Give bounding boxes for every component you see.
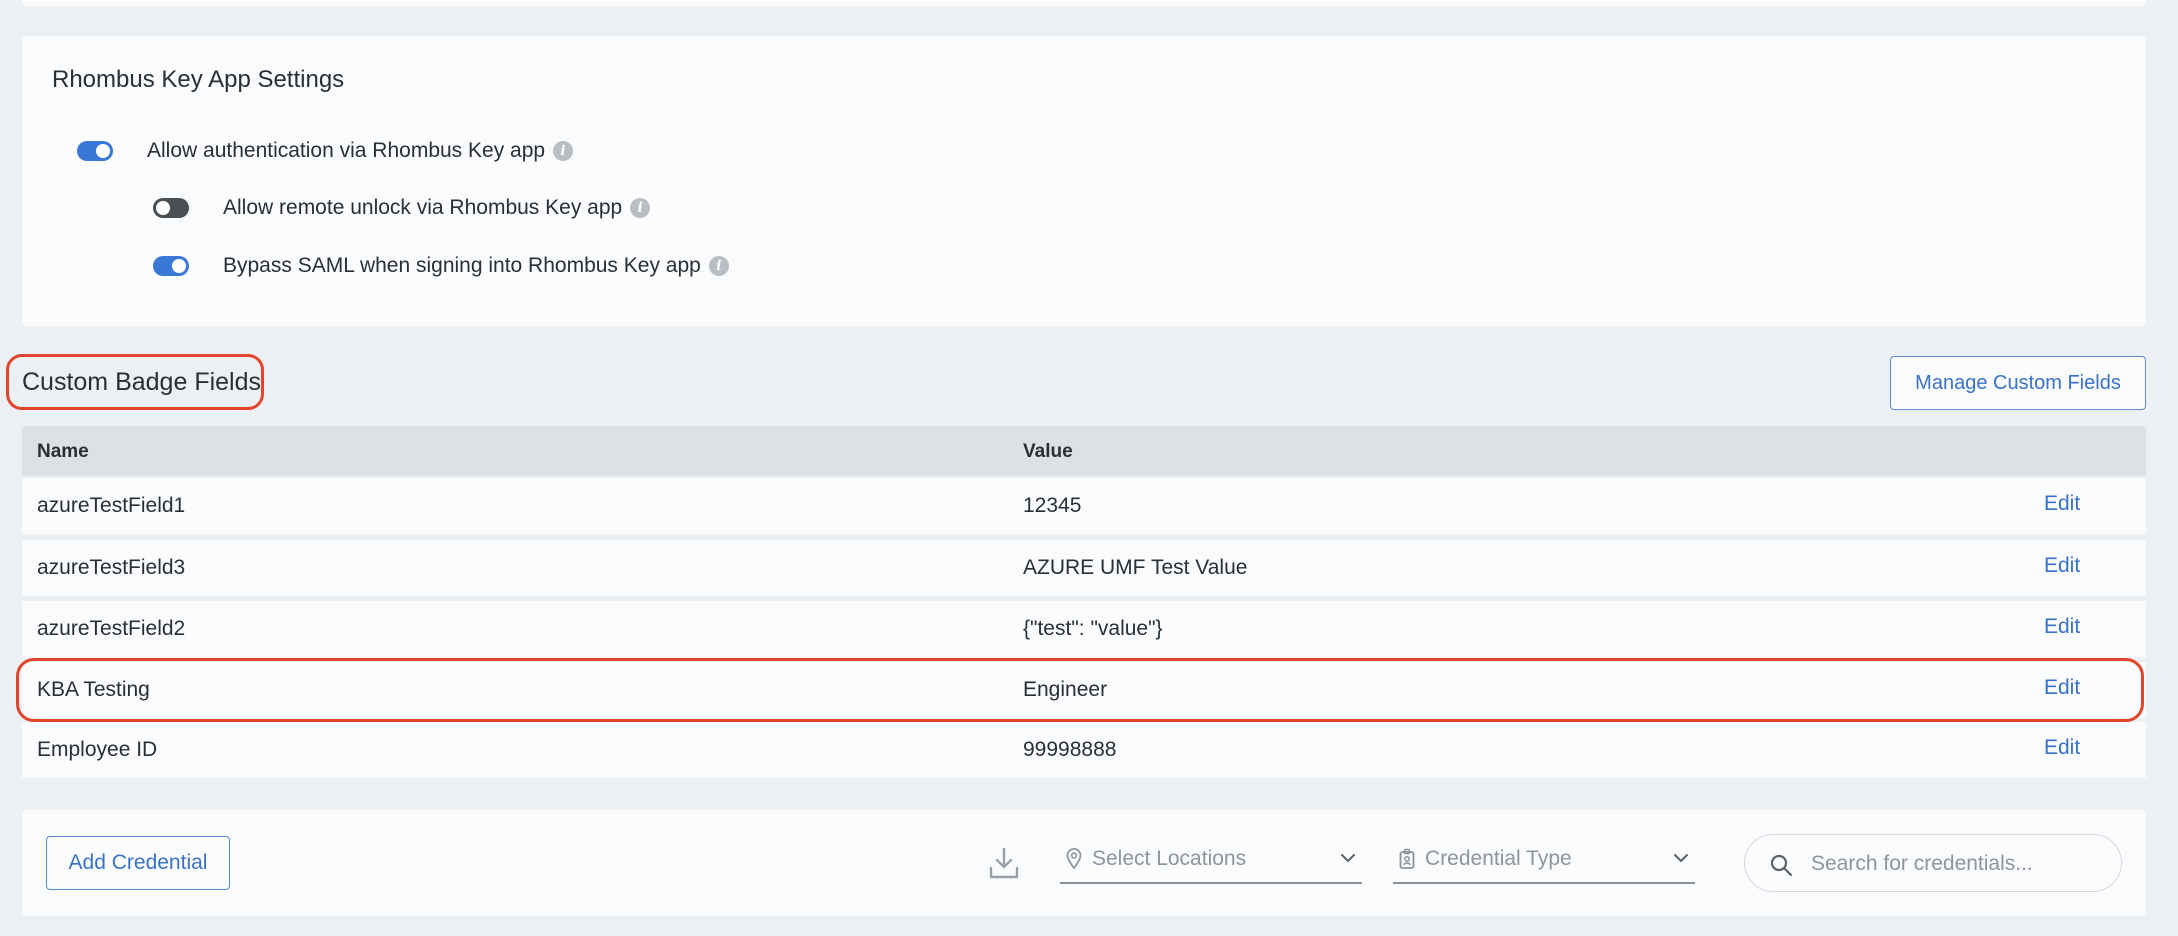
column-header-name: Name [37, 441, 89, 462]
key-app-settings-card: Rhombus Key App Settings Allow authentic… [22, 36, 2146, 326]
info-icon[interactable]: i [553, 141, 574, 161]
annotation-highlight-title [6, 354, 264, 410]
add-credential-button[interactable]: Add Credential [46, 836, 230, 890]
toggle-row-remote-unlock: Allow remote unlock via Rhombus Key app … [153, 196, 651, 220]
search-input[interactable] [1811, 849, 2101, 879]
remote-unlock-toggle[interactable] [153, 198, 189, 218]
field-name: Employee ID [37, 738, 158, 761]
edit-link[interactable]: Edit [2044, 492, 2080, 516]
credential-type-dropdown[interactable]: Credential Type [1393, 836, 1695, 884]
table-row: azureTestField3 AZURE UMF Test Value Edi… [22, 540, 2146, 596]
toggle-row-bypass-saml: Bypass SAML when signing into Rhombus Ke… [153, 254, 729, 278]
credential-search [1744, 834, 2122, 892]
key-app-settings-title: Rhombus Key App Settings [52, 66, 345, 93]
table-row: Employee ID 99998888 Edit [22, 722, 2146, 778]
annotation-highlight-row [16, 658, 2144, 722]
select-locations-text: Select Locations [1092, 847, 1247, 870]
info-icon[interactable]: i [630, 198, 651, 218]
field-name: azureTestField1 [37, 494, 186, 517]
previous-card-edge [22, 0, 2146, 6]
manage-custom-fields-button[interactable]: Manage Custom Fields [1890, 356, 2146, 410]
edit-link[interactable]: Edit [2044, 554, 2080, 578]
chevron-down-icon [1674, 854, 1688, 863]
badge-icon [1399, 848, 1415, 869]
download-icon[interactable] [988, 846, 1020, 880]
bypass-saml-label: Bypass SAML when signing into Rhombus Ke… [223, 254, 701, 277]
column-header-value: Value [1023, 441, 1073, 462]
allow-authentication-label: Allow authentication via Rhombus Key app [147, 139, 546, 162]
field-value: 12345 [1023, 494, 1082, 517]
edit-link[interactable]: Edit [2044, 736, 2080, 760]
credential-type-text: Credential Type [1425, 847, 1572, 870]
table-row: azureTestField2 {"test": "value"} Edit [22, 601, 2146, 657]
credentials-toolbar: Add Credential Select Locations Credenti… [22, 810, 2146, 916]
field-value: {"test": "value"} [1023, 617, 1163, 640]
remote-unlock-label: Allow remote unlock via Rhombus Key app [223, 196, 623, 219]
location-pin-icon [1066, 848, 1082, 870]
search-icon [1770, 854, 1793, 877]
bypass-saml-toggle[interactable] [153, 256, 189, 276]
toggle-row-allow-authentication: Allow authentication via Rhombus Key app… [77, 139, 574, 163]
table-row: azureTestField1 12345 Edit [22, 478, 2146, 534]
info-icon[interactable]: i [708, 256, 729, 276]
select-locations-dropdown[interactable]: Select Locations [1060, 836, 1362, 884]
field-value: 99998888 [1023, 738, 1117, 761]
field-value: AZURE UMF Test Value [1023, 556, 1248, 579]
field-name: azureTestField2 [37, 617, 186, 640]
field-name: azureTestField3 [37, 556, 186, 579]
custom-fields-table-header: Name Value [22, 426, 2146, 476]
chevron-down-icon [1341, 854, 1355, 863]
allow-authentication-toggle[interactable] [77, 141, 113, 161]
edit-link[interactable]: Edit [2044, 615, 2080, 639]
